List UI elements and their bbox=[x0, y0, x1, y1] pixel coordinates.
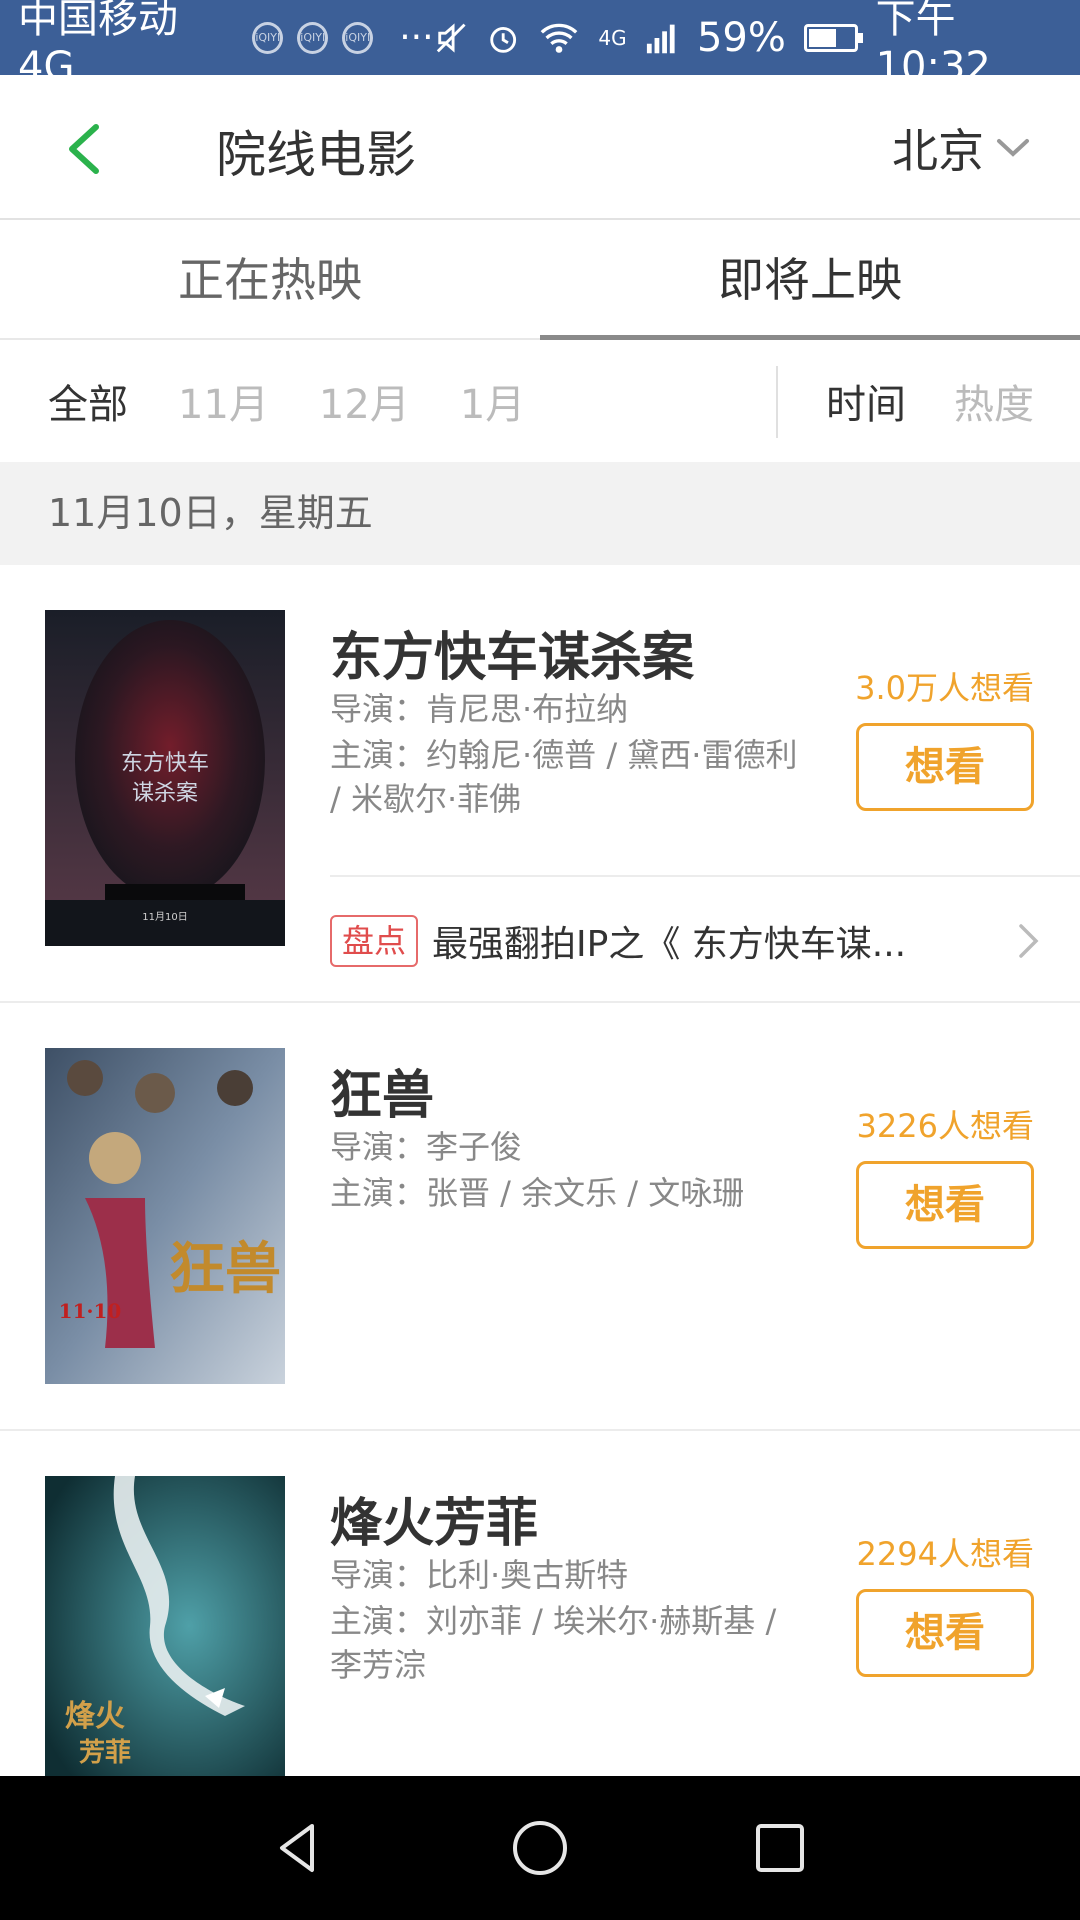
chevron-right-icon bbox=[1019, 924, 1039, 958]
mute-icon bbox=[436, 22, 466, 53]
sort-by-popularity[interactable]: 热度 bbox=[954, 372, 1034, 430]
want-button[interactable]: 想看 bbox=[856, 723, 1034, 811]
poster-date: 11月10日 bbox=[142, 911, 187, 923]
movie-cast: 主演：刘亦菲 / 埃米尔·赫斯基 / bbox=[330, 1602, 777, 1640]
filter-dec[interactable]: 12月 bbox=[319, 372, 410, 430]
filter-jan[interactable]: 1月 bbox=[460, 372, 525, 430]
system-nav-bar bbox=[0, 1776, 1080, 1920]
poster-title: 狂兽 bbox=[169, 1236, 281, 1302]
iqiyi-icon: iQIYI bbox=[252, 21, 284, 54]
sort-options: 时间 热度 bbox=[826, 372, 1034, 430]
movie-cast-cont: 李芳淙 bbox=[330, 1646, 427, 1684]
feature-tag: 盘点 bbox=[330, 915, 419, 967]
movie-poster[interactable]: 东方快车 谋杀案 11月10日 bbox=[45, 610, 285, 946]
want-count: 3226人想看 bbox=[856, 1107, 1034, 1145]
filter-divider bbox=[776, 366, 778, 438]
sort-by-time[interactable]: 时间 bbox=[826, 372, 906, 430]
movie-cast: 主演：约翰尼·德普 / 黛西·雷德利 bbox=[330, 736, 798, 774]
poster-title-line1: 东方快车 bbox=[121, 751, 209, 776]
battery-icon bbox=[803, 23, 863, 52]
app-header: 院线电影 北京 bbox=[0, 75, 1080, 220]
poster-title-2: 芳菲 bbox=[79, 1738, 131, 1768]
filter-all[interactable]: 全部 bbox=[48, 372, 128, 430]
iqiyi-icon: iQIYI bbox=[342, 21, 374, 54]
battery-fill bbox=[808, 28, 836, 47]
date-header: 11月10日，星期五 bbox=[0, 462, 1080, 565]
alarm-icon bbox=[490, 26, 517, 53]
poster-date: 11·10 bbox=[59, 1299, 122, 1323]
movie-card[interactable]: 烽火 芳菲 烽火芳菲 导演：比利·奥古斯特 主演：刘亦菲 / 埃米尔·赫斯基 /… bbox=[0, 1431, 1080, 1776]
battery-percent: 59% bbox=[696, 14, 786, 61]
poster-title: 烽火 bbox=[65, 1699, 125, 1734]
back-icon[interactable] bbox=[270, 1818, 330, 1878]
feature-article-link[interactable]: 盘点 最强翻拍IP之《 东方快车谋... bbox=[330, 911, 1040, 971]
month-filter: 全部 11月 12月 1月 bbox=[0, 372, 575, 430]
signal-icon bbox=[646, 24, 675, 53]
poster-title-line2: 谋杀案 bbox=[132, 781, 198, 806]
chevron-down-icon bbox=[997, 139, 1029, 157]
movie-poster[interactable]: 狂兽 11·10 bbox=[45, 1048, 285, 1384]
movie-director: 导演：李子俊 bbox=[330, 1128, 523, 1166]
status-bar: 中国移动 4G iQIYI iQIYI iQIYI ··· 4G 59% 下午1… bbox=[0, 0, 1080, 90]
movie-cast-cont: / 米歇尔·菲佛 bbox=[330, 780, 522, 818]
city-label: 北京 bbox=[892, 124, 984, 178]
movie-poster[interactable]: 烽火 芳菲 bbox=[45, 1476, 285, 1776]
poster-image: 东方快车 谋杀案 11月10日 bbox=[45, 610, 285, 946]
want-count: 3.0万人想看 bbox=[855, 669, 1034, 707]
network-type: 4G bbox=[598, 25, 627, 50]
card-divider bbox=[330, 875, 1080, 877]
movie-director: 导演：肯尼思·布拉纳 bbox=[330, 690, 629, 728]
movie-card[interactable]: 狂兽 11·10 狂兽 导演：李子俊 主演：张晋 / 余文乐 / 文咏珊 322… bbox=[0, 1003, 1080, 1431]
want-count: 2294人想看 bbox=[856, 1535, 1034, 1573]
movie-tabs: 正在热映 即将上映 bbox=[0, 220, 1080, 340]
home-icon[interactable] bbox=[510, 1818, 570, 1878]
filter-bar: 全部 11月 12月 1月 时间 热度 bbox=[0, 340, 1080, 462]
more-notifications-icon: ··· bbox=[399, 17, 434, 58]
feature-text: 最强翻拍IP之《 东方快车谋... bbox=[432, 924, 907, 965]
tab-coming-soon[interactable]: 即将上映 bbox=[540, 220, 1080, 340]
movie-director: 导演：比利·奥古斯特 bbox=[330, 1556, 629, 1594]
iqiyi-icon: iQIYI bbox=[297, 21, 329, 54]
poster-image: 烽火 芳菲 bbox=[45, 1476, 285, 1776]
page-title: 院线电影 bbox=[216, 126, 416, 184]
wifi-icon bbox=[541, 23, 578, 53]
poster-image: 狂兽 11·10 bbox=[45, 1048, 285, 1384]
city-selector[interactable]: 北京 bbox=[892, 115, 1030, 181]
want-button[interactable]: 想看 bbox=[856, 1589, 1034, 1677]
movie-title: 东方快车谋杀案 bbox=[330, 628, 695, 688]
movie-card[interactable]: 东方快车 谋杀案 11月10日 东方快车谋杀案 导演：肯尼思·布拉纳 主演：约翰… bbox=[0, 565, 1080, 1003]
back-arrow-icon[interactable] bbox=[62, 123, 106, 175]
movie-title: 烽火芳菲 bbox=[330, 1494, 539, 1554]
filter-nov[interactable]: 11月 bbox=[178, 372, 269, 430]
movie-title: 狂兽 bbox=[330, 1066, 435, 1126]
recents-icon[interactable] bbox=[750, 1818, 810, 1878]
want-button[interactable]: 想看 bbox=[856, 1161, 1034, 1249]
tab-now-showing[interactable]: 正在热映 bbox=[0, 220, 540, 338]
movie-cast: 主演：张晋 / 余文乐 / 文咏珊 bbox=[330, 1174, 745, 1212]
